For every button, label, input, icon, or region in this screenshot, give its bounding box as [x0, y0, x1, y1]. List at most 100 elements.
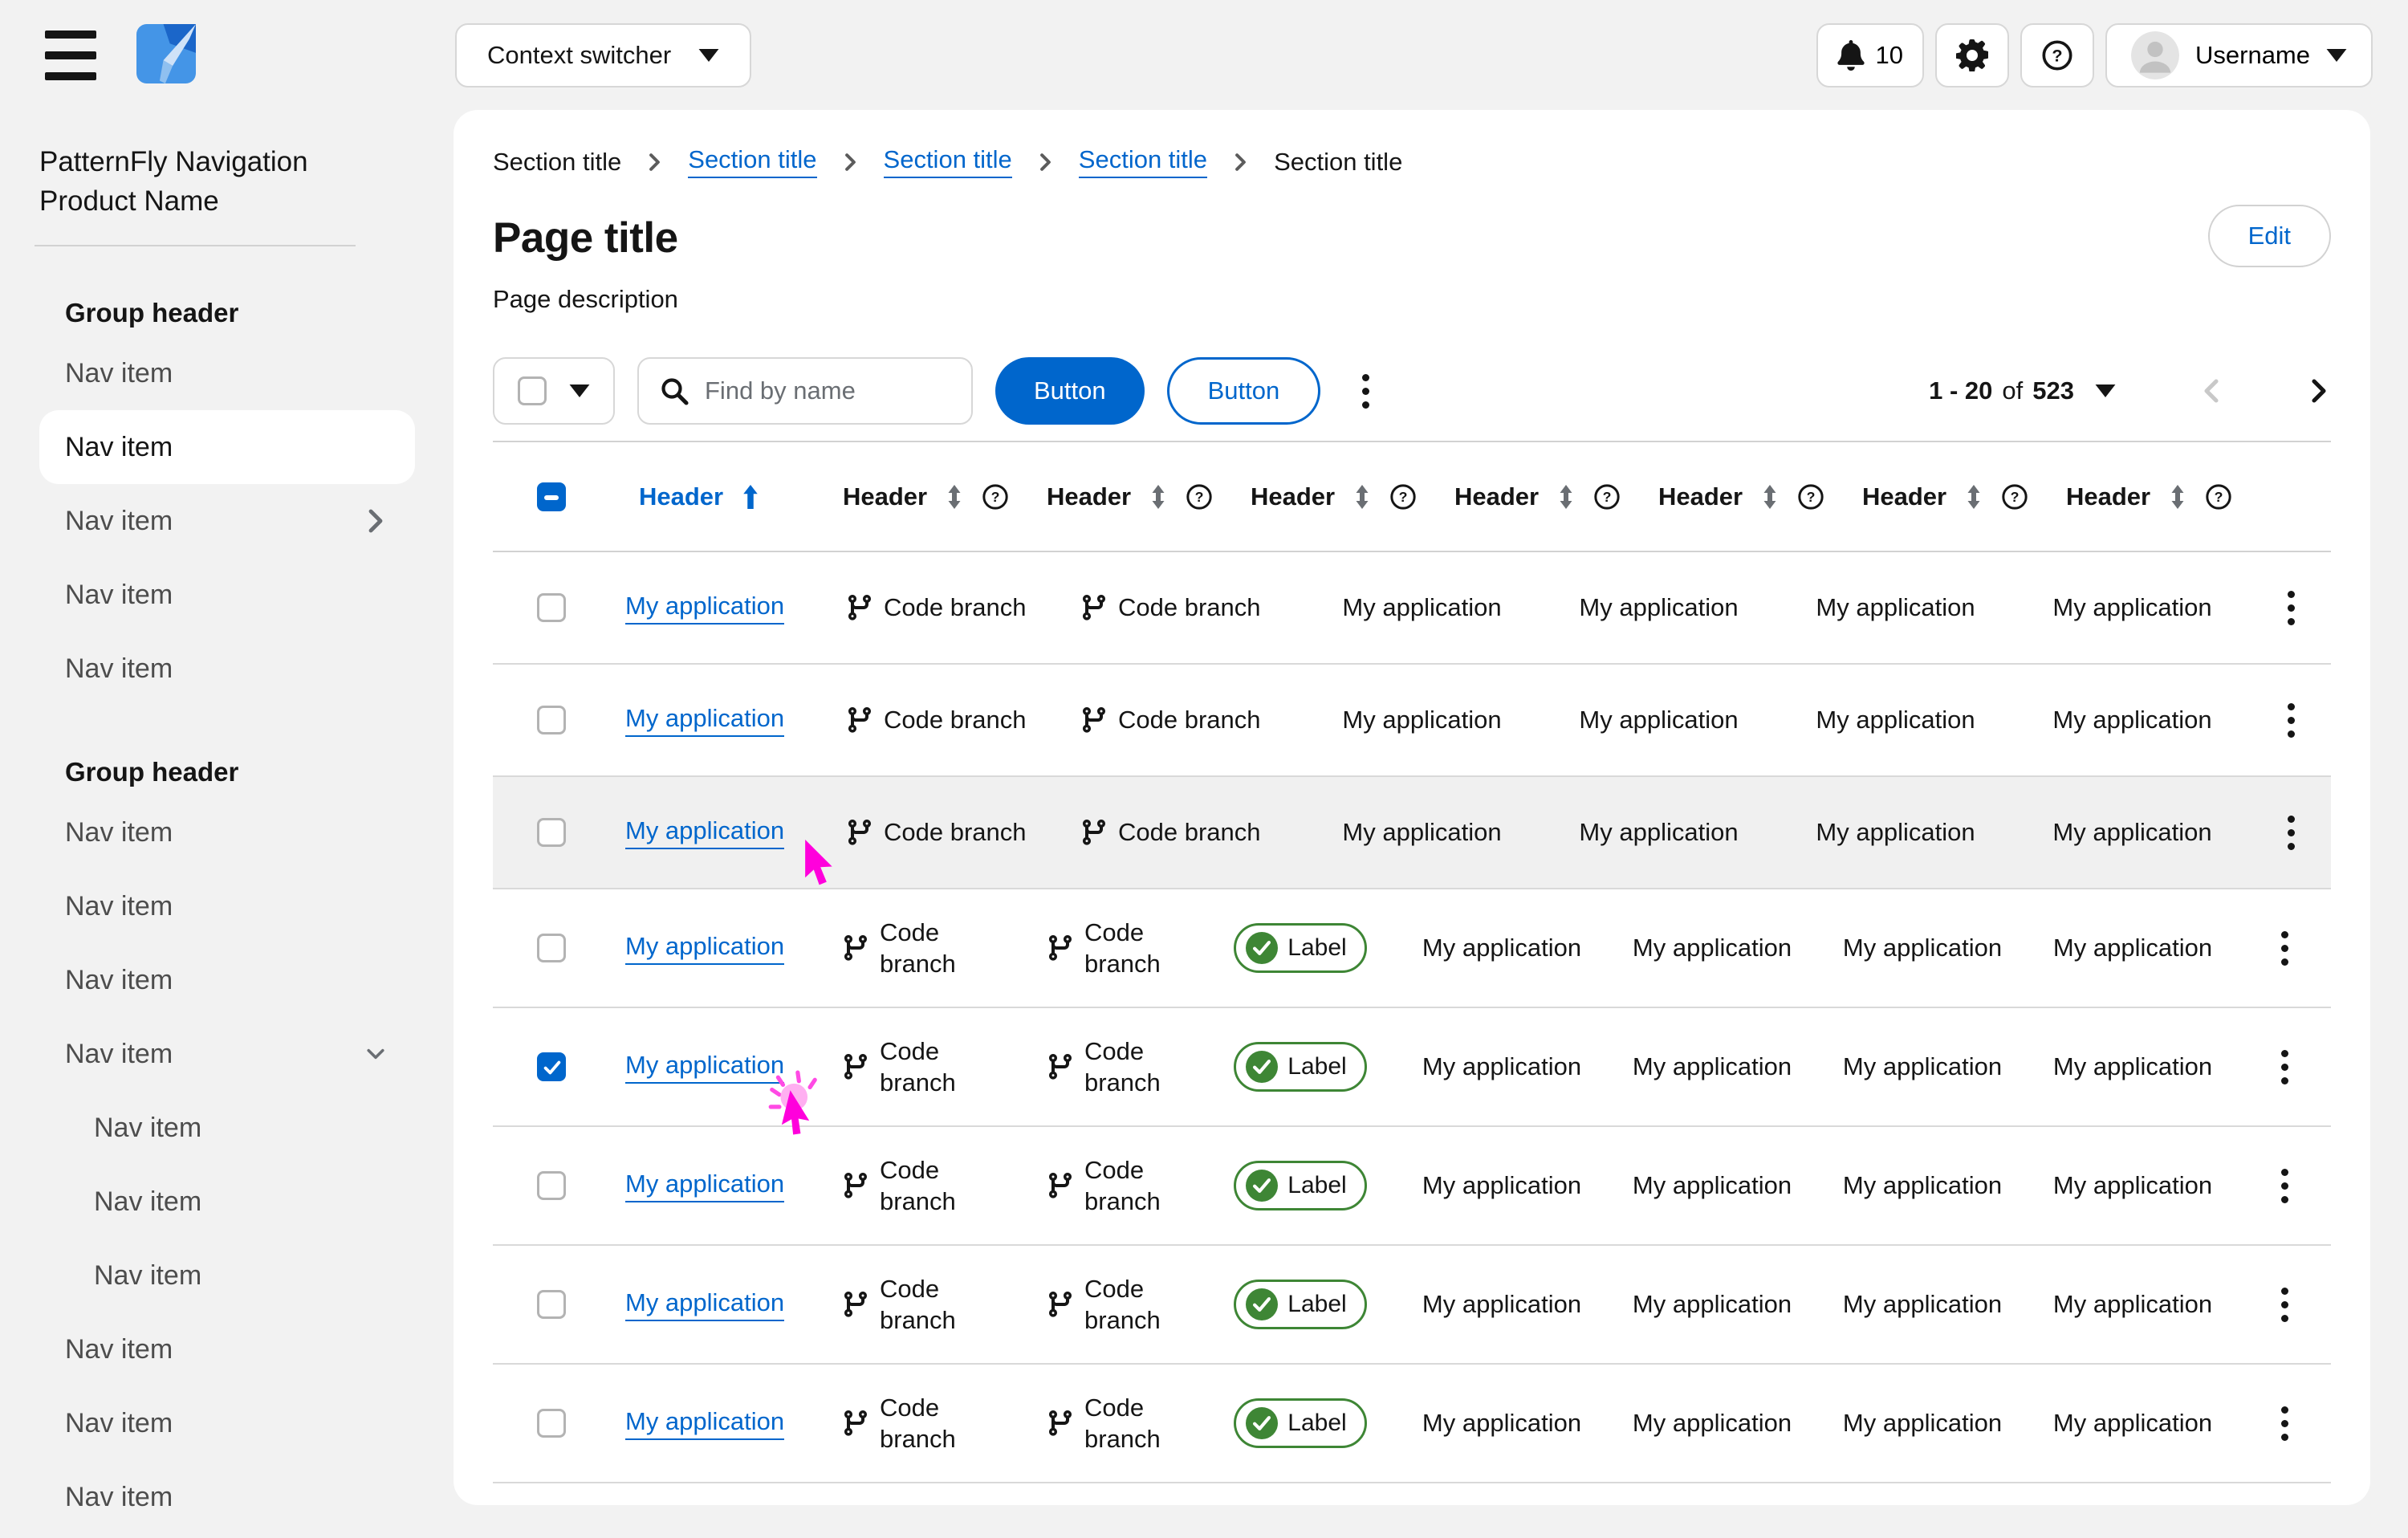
search-input[interactable] [703, 376, 950, 406]
column-header[interactable]: Header? [1629, 482, 1833, 511]
application-text-cell: My application [1540, 706, 1777, 734]
row-kebab-button[interactable] [2267, 1395, 2303, 1452]
sidebar-nav-item[interactable]: Nav item [39, 795, 415, 869]
settings-button[interactable] [1935, 23, 2009, 87]
row-checkbox[interactable] [537, 1409, 566, 1438]
row-kebab-button[interactable] [2267, 1158, 2303, 1215]
sidebar-nav-item[interactable]: Nav item [39, 410, 415, 484]
row-actions-cell [2238, 920, 2331, 977]
toolbar-kebab-button[interactable] [1348, 363, 1384, 420]
sidebar-nav-item[interactable]: Nav item [39, 1460, 415, 1534]
column-help-icon[interactable]: ? [1389, 483, 1417, 511]
code-branch-label: Code branch [880, 1036, 978, 1098]
row-checkbox[interactable] [537, 1052, 566, 1081]
application-text-cell: My application [1607, 1409, 1817, 1438]
application-text: My application [2052, 706, 2211, 734]
breadcrumb-link[interactable]: Section title [688, 145, 816, 178]
edit-button[interactable]: Edit [2208, 205, 2331, 267]
application-link-cell: My application [610, 816, 835, 849]
sidebar-nav-item[interactable]: Nav item [39, 943, 415, 1017]
notifications-button[interactable]: 10 [1816, 23, 1924, 87]
code-branch-label: Code branch [884, 706, 1027, 734]
sort-icon [1354, 485, 1370, 509]
sidebar-nav-item[interactable]: Nav item [39, 632, 415, 706]
brand-logo [136, 24, 196, 83]
bulk-select-checkbox[interactable] [518, 376, 547, 405]
row-kebab-button[interactable] [2273, 692, 2309, 749]
code-branch-label: Code branch [1084, 1273, 1182, 1336]
primary-button[interactable]: Button [995, 357, 1145, 425]
application-link[interactable]: My application [625, 932, 784, 965]
row-kebab-button[interactable] [2273, 804, 2309, 861]
code-branch-label: Code branch [1084, 1036, 1182, 1098]
breadcrumb-separator-icon [649, 153, 661, 171]
row-checkbox[interactable] [537, 818, 566, 847]
help-button[interactable]: ? [2020, 23, 2094, 87]
row-checkbox[interactable] [537, 1171, 566, 1200]
sidebar-nav-item[interactable]: Nav item [39, 558, 415, 632]
column-header[interactable]: Header? [814, 482, 1018, 511]
user-menu[interactable]: Username [2105, 23, 2373, 87]
application-link[interactable]: My application [625, 816, 784, 849]
application-link[interactable]: My application [625, 1407, 784, 1440]
check-icon [1253, 1415, 1271, 1431]
breadcrumb-link[interactable]: Section title [884, 145, 1012, 178]
application-link[interactable]: My application [625, 1288, 784, 1321]
application-link[interactable]: My application [625, 1170, 784, 1202]
sidebar-nav-item[interactable]: Nav item [39, 1017, 415, 1091]
breadcrumb: Section titleSection titleSection titleS… [493, 145, 2331, 178]
row-checkbox[interactable] [537, 706, 566, 734]
row-kebab-button[interactable] [2267, 1276, 2303, 1333]
sidebar-nav-item[interactable]: Nav item [39, 336, 415, 410]
column-help-icon[interactable]: ? [982, 483, 1009, 511]
row-checkbox[interactable] [537, 593, 566, 622]
column-help-icon[interactable]: ? [1797, 483, 1824, 511]
code-branch-cell: Code branch [1019, 1154, 1204, 1217]
sidebar-nav-item[interactable]: Nav item [39, 869, 415, 943]
row-checkbox[interactable] [537, 1290, 566, 1319]
sort-ascending-icon [742, 485, 759, 509]
pagination-menu-caret[interactable] [2095, 384, 2116, 397]
row-kebab-button[interactable] [2273, 580, 2309, 637]
table-body: My application Code branch Code branch My a… [493, 552, 2331, 1505]
sidebar-nav-item[interactable]: Nav item [39, 1386, 415, 1460]
application-link[interactable]: My application [625, 1051, 784, 1084]
column-header[interactable]: Header? [1018, 482, 1222, 511]
column-help-icon[interactable]: ? [2205, 483, 2232, 511]
chevron-down-icon[interactable] [367, 1042, 384, 1066]
nav-toggle-button[interactable] [45, 31, 101, 80]
sidebar-nav-item[interactable]: Nav item [39, 484, 415, 558]
next-page-button[interactable] [2307, 379, 2331, 403]
context-switcher[interactable]: Context switcher [455, 23, 751, 87]
select-all-checkbox[interactable] [537, 482, 566, 511]
sidebar-subnav-item[interactable]: Nav item [39, 1165, 415, 1239]
column-header[interactable]: Header [610, 482, 814, 511]
column-help-icon[interactable]: ? [2001, 483, 2028, 511]
svg-text:?: ? [2011, 489, 2020, 505]
sidebar-nav-item[interactable]: Nav item [39, 1312, 415, 1386]
column-header[interactable]: Header? [1426, 482, 1629, 511]
row-actions-cell [2238, 1276, 2331, 1333]
row-kebab-button[interactable] [2267, 1039, 2303, 1096]
column-header[interactable]: Header? [1222, 482, 1426, 511]
application-text: My application [1816, 706, 1975, 734]
sidebar-subnav-item[interactable]: Nav item [39, 1239, 415, 1312]
column-help-icon[interactable]: ? [1186, 483, 1213, 511]
breadcrumb-link[interactable]: Section title [1079, 145, 1207, 178]
application-text-cell: My application [2028, 1171, 2238, 1200]
application-link[interactable]: My application [625, 592, 784, 625]
code-branch-icon [1083, 594, 1105, 621]
column-help-icon[interactable]: ? [1593, 483, 1621, 511]
row-checkbox[interactable] [537, 934, 566, 962]
prev-page-button[interactable] [2199, 379, 2223, 403]
sidebar-subnav-item[interactable]: Nav item [39, 1091, 415, 1165]
column-header[interactable]: Header? [2037, 482, 2241, 511]
column-header[interactable]: Header? [1833, 482, 2037, 511]
application-link[interactable]: My application [625, 704, 784, 737]
sidebar-title-line2: Product Name [39, 181, 433, 221]
chevron-right-icon[interactable] [367, 509, 384, 533]
row-kebab-button[interactable] [2267, 920, 2303, 977]
bulk-select-dropdown[interactable] [493, 357, 615, 425]
secondary-button[interactable]: Button [1167, 357, 1321, 425]
application-text: My application [1579, 593, 1738, 621]
